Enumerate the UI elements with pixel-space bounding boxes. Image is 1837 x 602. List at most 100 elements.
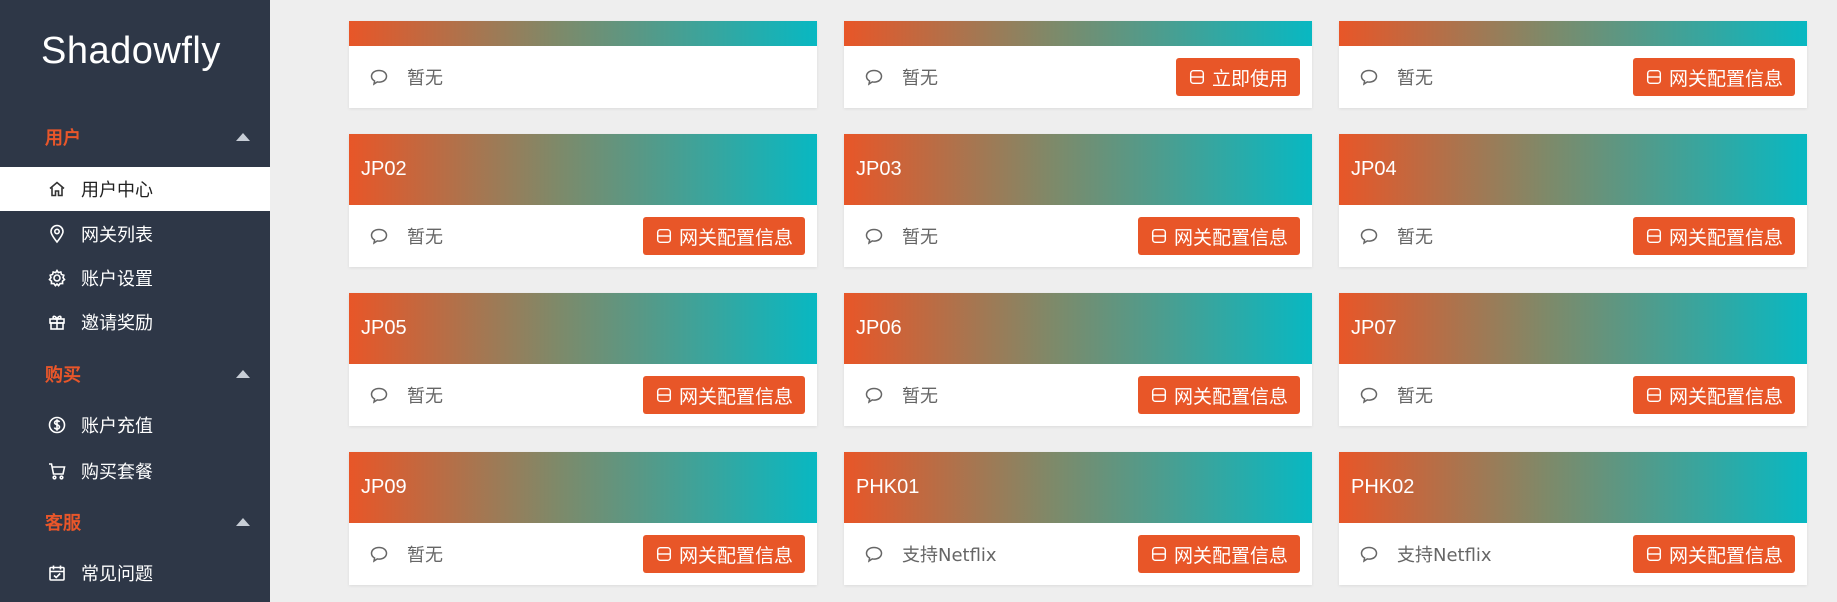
gateway-card: JP04 暂无 网关配置信息 xyxy=(1339,134,1807,267)
gateway-config-button[interactable]: 网关配置信息 xyxy=(1137,535,1300,573)
section-title: 购买 xyxy=(45,365,81,386)
sidebar-item-label: 账户充值 xyxy=(81,416,153,437)
gateway-card: 暂无 网关配置信息 xyxy=(1339,21,1807,108)
gateway-card: JP06 暂无 网关配置信息 xyxy=(844,293,1312,426)
card-note-text: 支持Netflix xyxy=(1397,545,1492,566)
card-header: JP02 xyxy=(349,134,817,205)
button-label: 网关配置信息 xyxy=(678,385,793,408)
comment-icon xyxy=(865,387,883,404)
card-note-text: 暂无 xyxy=(902,227,938,248)
server-icon xyxy=(1646,546,1662,562)
gateway-config-button[interactable]: 网关配置信息 xyxy=(642,535,805,573)
gateway-config-button[interactable]: 网关配置信息 xyxy=(1632,58,1795,96)
card-body: 暂无 网关配置信息 xyxy=(844,205,1312,267)
card-note: 支持Netflix xyxy=(864,541,997,567)
server-icon xyxy=(1646,228,1662,244)
button-label: 网关配置信息 xyxy=(1668,226,1783,249)
button-label: 网关配置信息 xyxy=(678,544,793,567)
card-header: JP09 xyxy=(349,452,817,523)
caret-up-icon xyxy=(236,370,250,378)
button-label: 立即使用 xyxy=(1211,67,1288,90)
gateway-card: JP03 暂无 网关配置信息 xyxy=(844,134,1312,267)
sidebar-item-label: 邀请奖励 xyxy=(81,313,153,334)
use-now-button[interactable]: 立即使用 xyxy=(1175,58,1300,96)
card-note-text: 暂无 xyxy=(1397,68,1433,89)
card-note: 暂无 xyxy=(864,64,938,90)
server-icon xyxy=(1151,546,1167,562)
sidebar-item-user-center[interactable]: 用户中心 xyxy=(0,167,270,211)
comment-icon xyxy=(370,228,388,245)
card-note-text: 暂无 xyxy=(407,227,443,248)
server-icon xyxy=(656,228,672,244)
card-note-text: 暂无 xyxy=(902,68,938,89)
server-icon xyxy=(656,387,672,403)
sidebar-item-label: 购买套餐 xyxy=(81,462,153,483)
gateway-card: JP07 暂无 网关配置信息 xyxy=(1339,293,1807,426)
gateway-config-button[interactable]: 网关配置信息 xyxy=(1137,217,1300,255)
card-note-text: 支持Netflix xyxy=(902,545,997,566)
home-icon xyxy=(47,179,67,199)
button-label: 网关配置信息 xyxy=(1173,544,1288,567)
card-note: 暂无 xyxy=(1359,223,1433,249)
gateway-card: JP02 暂无 网关配置信息 xyxy=(349,134,817,267)
gateway-config-button[interactable]: 网关配置信息 xyxy=(1632,376,1795,414)
sidebar-item-label: 账户设置 xyxy=(81,269,153,290)
comment-icon xyxy=(1360,228,1378,245)
sidebar-item-faq[interactable]: 常见问题 xyxy=(0,551,270,595)
gateway-config-button[interactable]: 网关配置信息 xyxy=(1137,376,1300,414)
button-label: 网关配置信息 xyxy=(1173,385,1288,408)
gateway-card: JP09 暂无 网关配置信息 xyxy=(349,452,817,585)
sidebar-item-buy-package[interactable]: 购买套餐 xyxy=(0,449,270,493)
card-header: JP03 xyxy=(844,134,1312,205)
card-title: PHK01 xyxy=(856,476,920,498)
gateway-card: PHK01 支持Netflix 网关配置信息 xyxy=(844,452,1312,585)
card-note-text: 暂无 xyxy=(407,386,443,407)
card-note-text: 暂无 xyxy=(407,68,443,89)
sidebar-item-account-settings[interactable]: 账户设置 xyxy=(0,256,270,300)
gateway-config-button[interactable]: 网关配置信息 xyxy=(1632,217,1795,255)
card-body: 支持Netflix 网关配置信息 xyxy=(1339,523,1807,585)
gateway-card: 暂无 xyxy=(349,21,817,108)
card-note: 暂无 xyxy=(1359,64,1433,90)
card-title: JP02 xyxy=(361,158,407,180)
card-body: 暂无 网关配置信息 xyxy=(349,364,817,426)
gateway-card: PHK02 支持Netflix 网关配置信息 xyxy=(1339,452,1807,585)
comment-icon xyxy=(1360,546,1378,563)
card-header xyxy=(1339,21,1807,46)
sidebar-item-account-recharge[interactable]: 账户充值 xyxy=(0,403,270,447)
section-support-toggle[interactable]: 客服 xyxy=(45,507,250,537)
gateway-config-button[interactable]: 网关配置信息 xyxy=(642,217,805,255)
card-title: JP06 xyxy=(856,317,902,339)
card-note: 暂无 xyxy=(369,541,443,567)
sidebar-item-invite-reward[interactable]: 邀请奖励 xyxy=(0,300,270,344)
gateway-config-button[interactable]: 网关配置信息 xyxy=(1632,535,1795,573)
sidebar-item-label: 常见问题 xyxy=(81,564,153,585)
button-label: 网关配置信息 xyxy=(1668,67,1783,90)
gateway-config-button[interactable]: 网关配置信息 xyxy=(642,376,805,414)
card-header: JP06 xyxy=(844,293,1312,364)
card-body: 暂无 网关配置信息 xyxy=(844,364,1312,426)
card-note: 暂无 xyxy=(369,64,443,90)
card-title: JP09 xyxy=(361,476,407,498)
card-note-text: 暂无 xyxy=(902,386,938,407)
sidebar-item-gateway-list[interactable]: 网关列表 xyxy=(0,212,270,256)
section-purchase-toggle[interactable]: 购买 xyxy=(45,359,250,389)
card-note: 支持Netflix xyxy=(1359,541,1492,567)
gift-icon xyxy=(47,312,67,332)
brand-logo[interactable]: Shadowfly xyxy=(41,30,221,73)
card-body: 支持Netflix 网关配置信息 xyxy=(844,523,1312,585)
comment-icon xyxy=(865,546,883,563)
card-note: 暂无 xyxy=(369,382,443,408)
sidebar-item-label: 网关列表 xyxy=(81,225,153,246)
card-body: 暂无 网关配置信息 xyxy=(1339,46,1807,108)
button-label: 网关配置信息 xyxy=(1173,226,1288,249)
card-note: 暂无 xyxy=(864,223,938,249)
caret-up-icon xyxy=(236,518,250,526)
button-label: 网关配置信息 xyxy=(678,226,793,249)
server-icon xyxy=(656,546,672,562)
comment-icon xyxy=(370,69,388,86)
button-label: 网关配置信息 xyxy=(1668,544,1783,567)
gear-icon xyxy=(47,268,67,288)
comment-icon xyxy=(370,546,388,563)
section-user-toggle[interactable]: 用户 xyxy=(45,122,250,152)
